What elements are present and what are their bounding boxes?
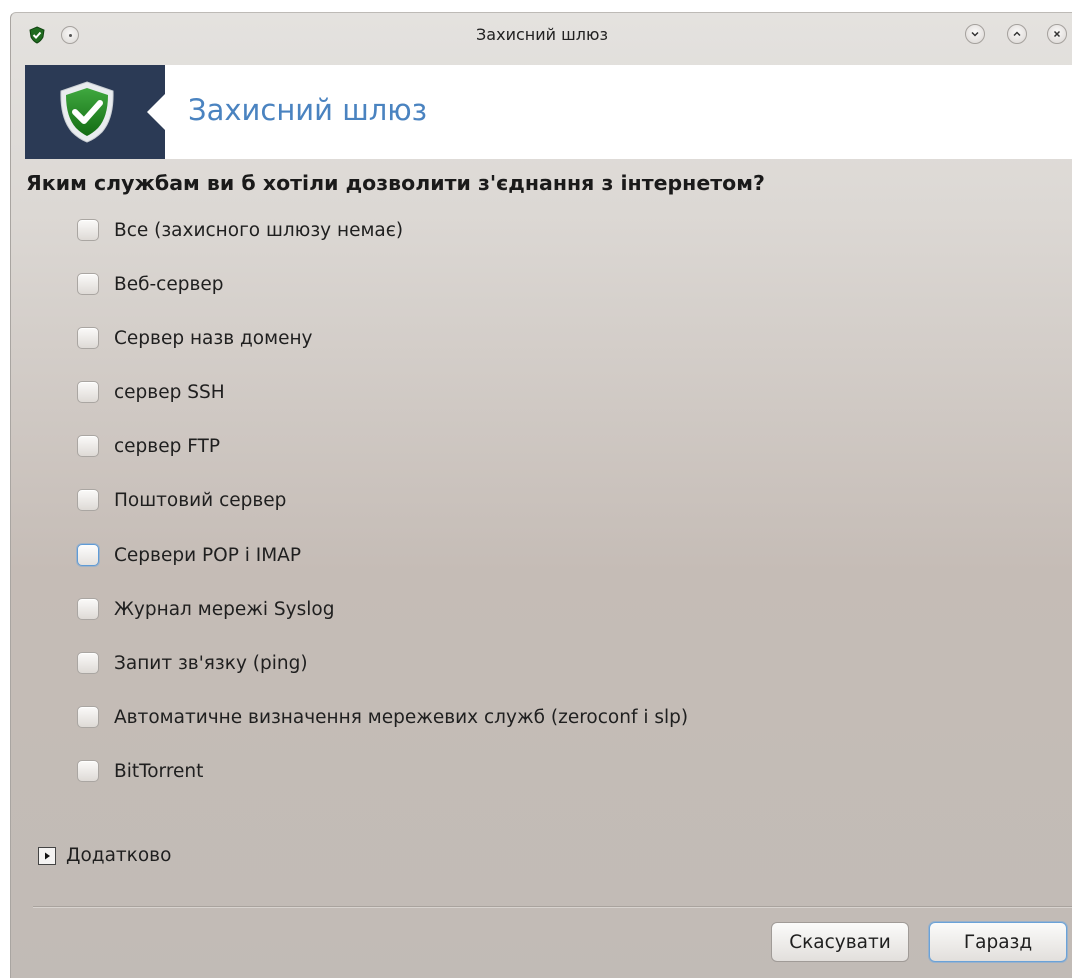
checkbox[interactable] — [77, 381, 99, 403]
option-label: Все (захисного шлюзу немає) — [114, 219, 404, 241]
option-label: BitTorrent — [114, 760, 204, 782]
option-label: Сервери POP і IMAP — [114, 544, 301, 566]
option-label: Журнал мережі Syslog — [114, 598, 335, 620]
option-zeroconf[interactable]: Автоматичне визначення мережевих служб (… — [77, 704, 688, 730]
banner-icon-panel — [25, 65, 165, 159]
option-ping[interactable]: Запит зв'язку (ping) — [77, 650, 308, 676]
checkbox[interactable] — [77, 489, 99, 511]
checkbox[interactable] — [77, 435, 99, 457]
option-label: Запит зв'язку (ping) — [114, 652, 308, 674]
firewall-dialog: Захисний шлюз Захисний шлюз Яким службам… — [10, 12, 1072, 978]
advanced-label: Додатково — [66, 845, 172, 866]
question-heading: Яким службам ви б хотіли дозволити з'єдн… — [26, 171, 765, 195]
minimize-button[interactable] — [965, 24, 985, 44]
banner-title: Захисний шлюз — [188, 93, 428, 127]
checkbox[interactable] — [77, 652, 99, 674]
option-label: Веб-сервер — [114, 273, 224, 295]
ok-button[interactable]: Гаразд — [929, 922, 1067, 962]
advanced-expander[interactable]: Додатково — [38, 845, 171, 866]
option-ftp-server[interactable]: сервер FTP — [77, 433, 220, 459]
checkbox[interactable] — [77, 598, 99, 620]
window-title: Захисний шлюз — [476, 25, 608, 44]
cancel-button[interactable]: Скасувати — [771, 922, 909, 962]
option-dns-server[interactable]: Сервер назв домену — [77, 325, 313, 351]
separator — [33, 906, 1072, 908]
checkbox[interactable] — [77, 273, 99, 295]
option-ssh-server[interactable]: сервер SSH — [77, 379, 225, 405]
close-button[interactable] — [1047, 24, 1067, 44]
title-bar[interactable]: Захисний шлюз — [11, 13, 1072, 59]
chevron-up-icon — [1013, 31, 1021, 37]
option-bittorrent[interactable]: BitTorrent — [77, 758, 203, 784]
header-banner: Захисний шлюз — [25, 65, 1072, 159]
option-all[interactable]: Все (захисного шлюзу немає) — [77, 217, 403, 243]
option-label: Поштовий сервер — [114, 489, 287, 511]
checkbox[interactable] — [77, 760, 99, 782]
shield-check-icon — [60, 81, 114, 143]
option-mail-server[interactable]: Поштовий сервер — [77, 487, 286, 513]
triangle-right-icon — [45, 852, 50, 859]
option-pop-imap[interactable]: Сервери POP і IMAP — [77, 542, 301, 568]
checkbox[interactable] — [77, 706, 99, 728]
close-icon — [1053, 30, 1061, 38]
option-label: Сервер назв домену — [114, 327, 313, 349]
expand-arrow-icon[interactable] — [38, 846, 56, 865]
option-syslog[interactable]: Журнал мережі Syslog — [77, 596, 334, 622]
option-label: сервер FTP — [114, 435, 220, 457]
checkbox[interactable] — [77, 544, 99, 566]
checkbox[interactable] — [77, 219, 99, 241]
option-label: Автоматичне визначення мережевих служб (… — [114, 706, 689, 728]
banner-notch — [147, 94, 165, 130]
maximize-button[interactable] — [1007, 24, 1027, 44]
option-label: сервер SSH — [114, 381, 225, 403]
option-web-server[interactable]: Веб-сервер — [77, 271, 223, 297]
chevron-down-icon — [971, 31, 979, 37]
checkbox[interactable] — [77, 327, 99, 349]
